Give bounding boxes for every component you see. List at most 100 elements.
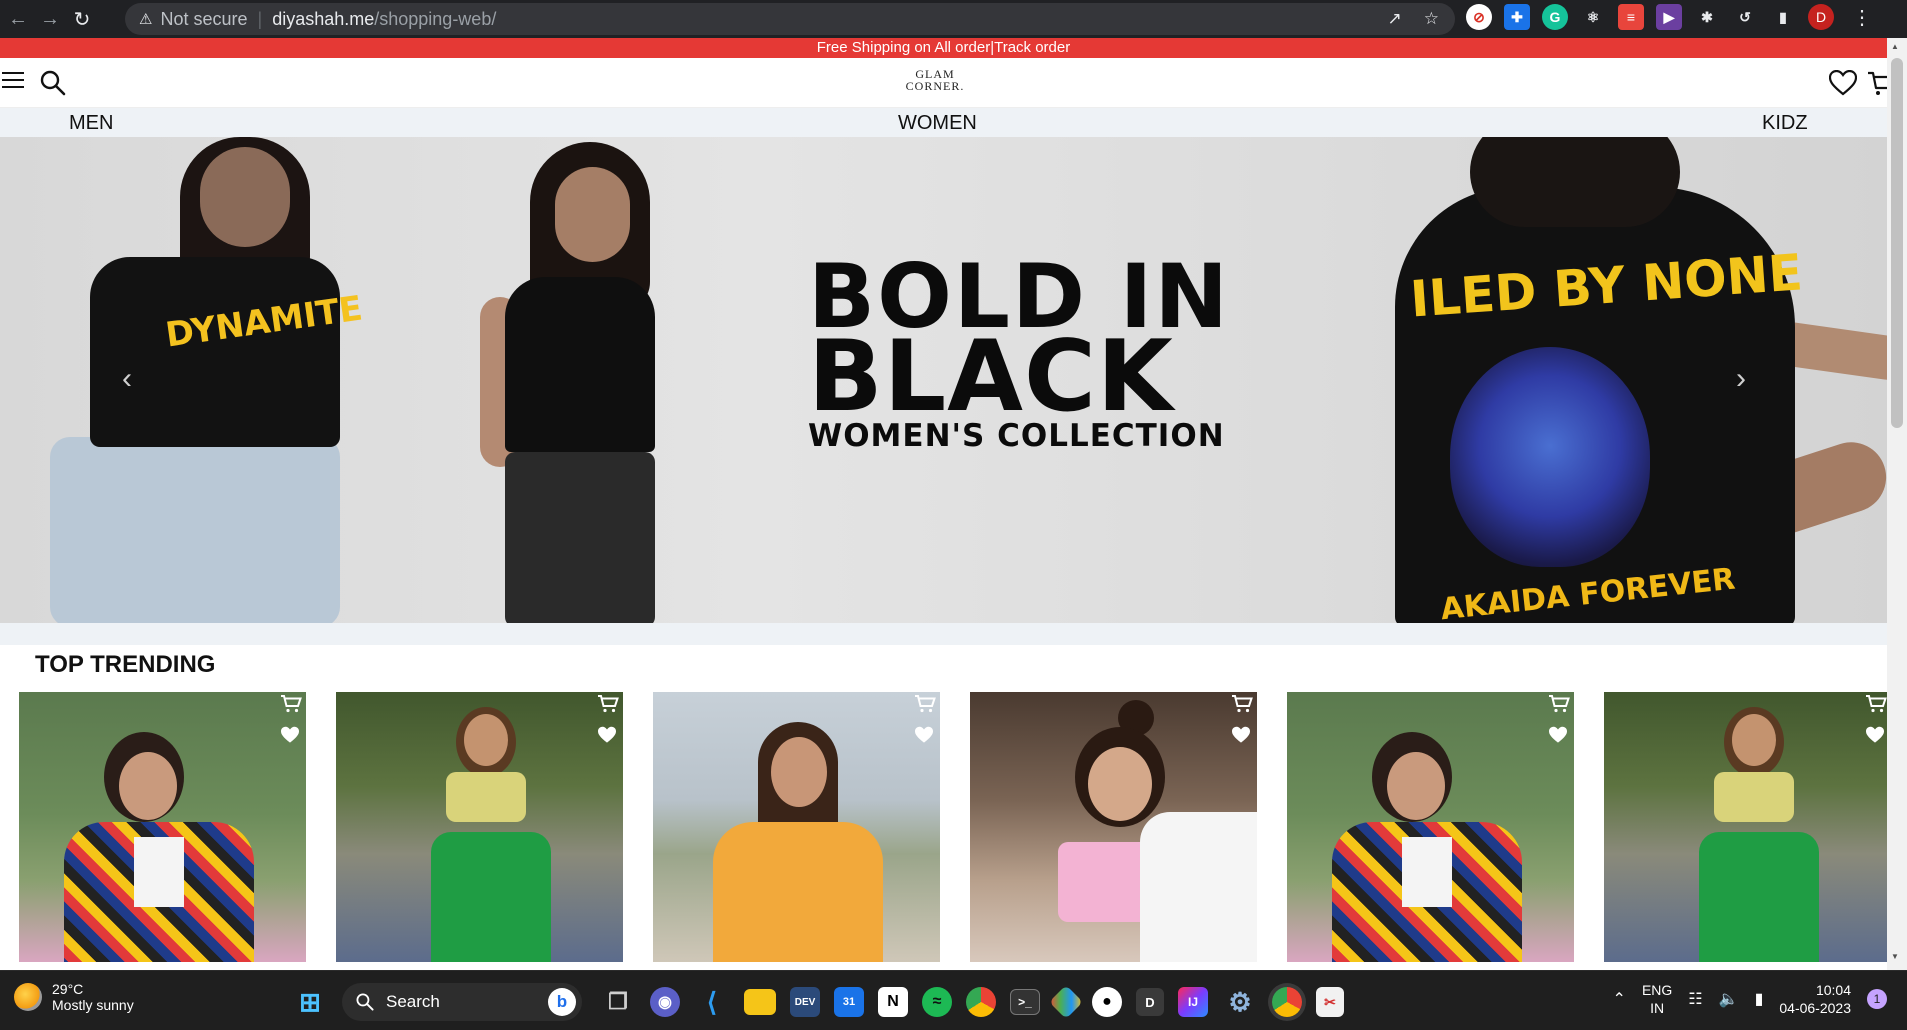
product-card[interactable]	[1604, 692, 1887, 962]
wishlist-heart-icon[interactable]	[1865, 726, 1885, 744]
forward-button[interactable]: →	[36, 5, 64, 33]
file-explorer-icon[interactable]	[744, 989, 776, 1015]
reload-button[interactable]: ↻	[68, 5, 96, 33]
share-icon[interactable]: ↗	[1388, 9, 1402, 29]
add-to-cart-icon[interactable]	[914, 694, 936, 714]
settings-gear-icon[interactable]: ⚙	[1222, 984, 1258, 1020]
intellij-icon[interactable]: IJ	[1178, 987, 1208, 1017]
add-to-cart-icon[interactable]	[280, 694, 302, 714]
product-card[interactable]	[336, 692, 623, 962]
address-bar[interactable]: ⚠ Not secure | diyashah.me/shopping-web/…	[125, 3, 1455, 35]
chrome-active-icon[interactable]	[1272, 987, 1302, 1017]
notion-icon[interactable]: N	[878, 987, 908, 1017]
todoist-extension-icon[interactable]: ≡	[1618, 4, 1644, 30]
nav-item-kidz[interactable]: KIDZ	[1762, 112, 1808, 135]
security-label[interactable]: Not secure	[160, 9, 247, 30]
cart-icon[interactable]	[1867, 70, 1887, 98]
side-panel-icon[interactable]: ▮	[1770, 4, 1796, 30]
carousel-prev-icon[interactable]: ‹	[122, 362, 132, 396]
battery-icon[interactable]: ▮	[1755, 989, 1764, 1009]
add-to-cart-icon[interactable]	[1865, 694, 1887, 714]
tray-overflow-icon[interactable]: ⌃	[1613, 989, 1626, 1009]
wishlist-heart-icon[interactable]	[1829, 70, 1857, 96]
chrome-menu-icon[interactable]: ⋮	[1852, 5, 1872, 30]
extensions-puzzle-icon[interactable]: ✱	[1694, 4, 1720, 30]
notification-badge[interactable]: 1	[1867, 989, 1887, 1009]
react-devtools-icon[interactable]: ⚛	[1580, 4, 1606, 30]
warning-icon[interactable]: ⚠	[139, 10, 152, 28]
bing-icon[interactable]: b	[548, 988, 576, 1016]
product-card[interactable]	[970, 692, 1257, 962]
snipping-tool-icon[interactable]: ✂	[1316, 987, 1344, 1017]
windows-start-icon[interactable]: ⊞	[292, 984, 328, 1020]
add-to-cart-icon[interactable]	[1231, 694, 1253, 714]
back-button[interactable]: ←	[4, 5, 32, 33]
add-to-cart-icon[interactable]	[1548, 694, 1570, 714]
model-face	[464, 714, 508, 766]
spotify-icon[interactable]: ≈	[922, 987, 952, 1017]
wifi-icon[interactable]: ☷	[1688, 989, 1702, 1009]
sync-extension-icon[interactable]: ↺	[1732, 4, 1758, 30]
task-view-icon[interactable]: ❐	[600, 984, 636, 1020]
carousel-next-icon[interactable]: ›	[1736, 362, 1746, 396]
gitkraken-icon[interactable]	[1049, 985, 1083, 1019]
system-clock[interactable]: 10:04 04-06-2023	[1779, 981, 1851, 1017]
teams-chat-icon[interactable]: ◉	[650, 987, 680, 1017]
hero-line-2: BLACK	[808, 320, 1174, 434]
search-icon[interactable]	[40, 70, 66, 96]
product-card[interactable]	[653, 692, 940, 962]
section-title: TOP TRENDING	[35, 651, 216, 678]
scrollbar-thumb[interactable]	[1891, 58, 1903, 428]
taskbar-search-box[interactable]: Search b	[342, 983, 582, 1021]
site-header: GLAM CORNER.	[0, 58, 1887, 108]
dev-home-icon[interactable]: DEV	[790, 987, 820, 1017]
product-card[interactable]	[19, 692, 306, 962]
promo-banner[interactable]: Free Shipping on All order|Track order	[0, 38, 1887, 58]
hero-model-1-face	[200, 147, 290, 247]
product-card[interactable]	[1287, 692, 1574, 962]
profile-avatar[interactable]: D	[1808, 4, 1834, 30]
wishlist-heart-icon[interactable]	[597, 726, 617, 744]
hero-banner[interactable]: DYNAMITE ILED BY NONE AKAIDA FOREVER BOL…	[0, 137, 1887, 623]
d-app-icon[interactable]: D	[1136, 988, 1164, 1016]
url-host[interactable]: diyashah.me	[272, 9, 374, 30]
purple-extension-icon[interactable]: ▶	[1656, 4, 1682, 30]
terminal-icon[interactable]: >_	[1010, 989, 1040, 1015]
wishlist-heart-icon[interactable]	[280, 726, 300, 744]
model-face	[119, 752, 177, 820]
weather-desc: Mostly sunny	[52, 997, 134, 1013]
product-image	[1604, 692, 1887, 962]
search-icon	[356, 993, 374, 1011]
language-indicator[interactable]: ENG IN	[1642, 981, 1672, 1017]
vscode-icon[interactable]: ⟨	[694, 984, 730, 1020]
model-tshirt	[713, 822, 883, 962]
nav-item-women[interactable]: WOMEN	[898, 112, 977, 135]
page-scrollbar[interactable]: ▲ ▼	[1887, 38, 1907, 970]
scroll-down-icon[interactable]: ▼	[1891, 952, 1899, 961]
model-shirt	[1140, 812, 1257, 962]
category-nav: MEN WOMEN KIDZ	[0, 108, 1887, 137]
model-face	[771, 737, 827, 807]
github-icon[interactable]: ●	[1092, 987, 1122, 1017]
add-to-cart-icon[interactable]	[597, 694, 619, 714]
grammarly-extension-icon[interactable]: G	[1542, 4, 1568, 30]
translate-extension-icon[interactable]: ✚	[1504, 4, 1530, 30]
hamburger-menu-icon[interactable]	[2, 72, 24, 93]
site-logo[interactable]: GLAM CORNER.	[880, 68, 990, 92]
wishlist-heart-icon[interactable]	[1231, 726, 1251, 744]
wishlist-heart-icon[interactable]	[1548, 726, 1568, 744]
chrome-icon[interactable]	[966, 987, 996, 1017]
bookmark-star-icon[interactable]: ☆	[1424, 9, 1439, 29]
weather-widget[interactable]: 29°C Mostly sunny	[14, 981, 134, 1013]
url-path[interactable]: /shopping-web/	[374, 9, 496, 30]
model-face	[1732, 714, 1776, 766]
volume-icon[interactable]: 🔈	[1719, 989, 1739, 1009]
logo-line-2: CORNER.	[905, 79, 965, 93]
wishlist-heart-icon[interactable]	[914, 726, 934, 744]
nav-item-men[interactable]: MEN	[69, 112, 113, 135]
calendar-icon[interactable]: 31	[834, 987, 864, 1017]
adblock-extension-icon[interactable]: ⊘	[1466, 4, 1492, 30]
scroll-up-icon[interactable]: ▲	[1891, 42, 1899, 51]
hero-model-3-hair	[1470, 137, 1680, 227]
model-pants	[431, 832, 551, 962]
